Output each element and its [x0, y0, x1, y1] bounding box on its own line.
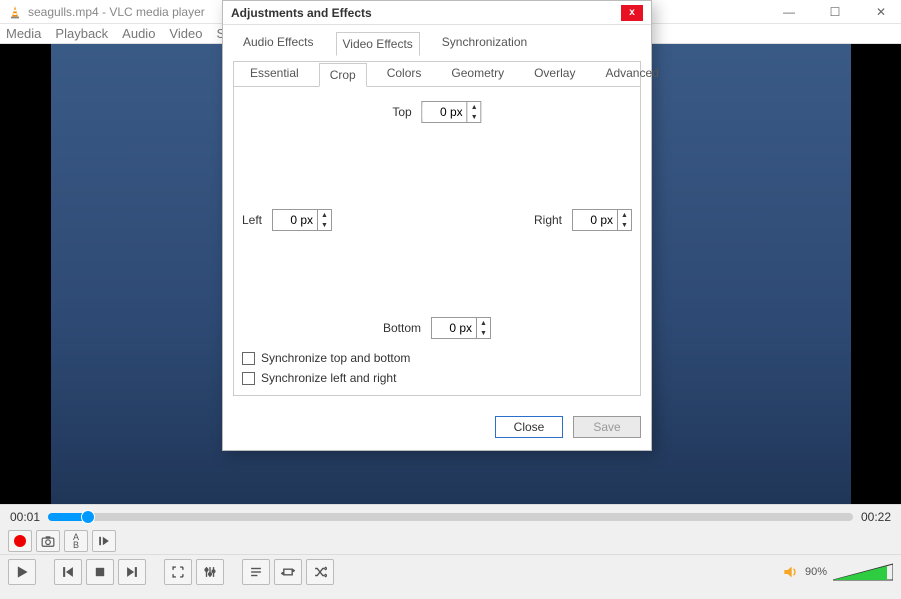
previous-icon	[61, 565, 75, 579]
spinner-up-icon[interactable]: ▲	[468, 102, 481, 112]
volume-control: 90%	[783, 562, 893, 582]
spinner-down-icon[interactable]: ▼	[618, 220, 631, 230]
atob-loop-button[interactable]: AB	[64, 530, 88, 552]
minimize-button[interactable]: —	[777, 5, 801, 19]
dialog-buttons: Close Save	[223, 404, 651, 450]
subtab-crop[interactable]: Crop	[319, 63, 367, 87]
crop-left-spinner[interactable]: ▲▼	[272, 209, 332, 231]
tab-video-effects[interactable]: Video Effects	[336, 32, 420, 56]
menu-audio[interactable]: Audio	[122, 26, 155, 41]
menu-video[interactable]: Video	[169, 26, 202, 41]
crop-right-spinner[interactable]: ▲▼	[572, 209, 632, 231]
dialog-close-button[interactable]: x	[621, 5, 643, 21]
spinner-up-icon[interactable]: ▲	[618, 210, 631, 220]
shuffle-icon	[313, 565, 327, 579]
adjustments-effects-dialog: Adjustments and Effects x Audio Effects …	[222, 0, 652, 451]
subtab-colors[interactable]: Colors	[377, 62, 432, 86]
subtab-advanced[interactable]: Advanced	[595, 62, 668, 86]
crop-grid: Top ▲▼ Left ▲▼ Right	[242, 95, 632, 345]
spinner-down-icon[interactable]: ▼	[318, 220, 331, 230]
sync-tb-checkbox[interactable]	[242, 352, 255, 365]
crop-top-label: Top	[392, 105, 411, 119]
fullscreen-button[interactable]	[164, 559, 192, 585]
stop-icon	[94, 566, 106, 578]
play-icon	[15, 565, 29, 579]
sub-tabs: Essential Crop Colors Geometry Overlay A…	[234, 62, 640, 87]
dialog-body: Audio Effects Video Effects Synchronizat…	[223, 25, 651, 404]
tab-synchronization[interactable]: Synchronization	[436, 31, 533, 55]
equalizer-icon	[203, 565, 217, 579]
volume-percent: 90%	[805, 566, 827, 578]
sync-tb-label: Synchronize top and bottom	[261, 351, 410, 365]
seek-thumb[interactable]	[81, 510, 95, 524]
crop-bottom-spinner[interactable]: ▲▼	[431, 317, 491, 339]
subtab-essential[interactable]: Essential	[240, 62, 309, 86]
sync-left-right-row[interactable]: Synchronize left and right	[242, 371, 632, 385]
seek-track[interactable]	[48, 513, 853, 521]
spinner-down-icon[interactable]: ▼	[468, 112, 481, 122]
fullscreen-icon	[171, 565, 185, 579]
dialog-title: Adjustments and Effects	[231, 6, 372, 20]
crop-left-input[interactable]	[273, 213, 317, 227]
previous-button[interactable]	[54, 559, 82, 585]
time-elapsed: 00:01	[10, 510, 40, 524]
volume-slider[interactable]	[833, 562, 893, 582]
crop-right-label: Right	[534, 213, 562, 227]
seek-bar-row: 00:01 00:22	[0, 504, 901, 528]
frame-step-button[interactable]	[92, 530, 116, 552]
loop-icon	[281, 565, 295, 579]
loop-ab-icon: AB	[73, 533, 79, 549]
video-effects-panel: Essential Crop Colors Geometry Overlay A…	[233, 61, 641, 396]
crop-top-row: Top ▲▼	[392, 101, 481, 123]
stop-button[interactable]	[86, 559, 114, 585]
dialog-title-bar[interactable]: Adjustments and Effects x	[223, 1, 651, 25]
sync-lr-checkbox[interactable]	[242, 372, 255, 385]
sync-top-bottom-row[interactable]: Synchronize top and bottom	[242, 351, 632, 365]
subtab-overlay[interactable]: Overlay	[524, 62, 585, 86]
volume-icon[interactable]	[783, 565, 799, 579]
crop-right-input[interactable]	[573, 213, 617, 227]
spinner-down-icon[interactable]: ▼	[477, 328, 490, 338]
crop-right-row: Right ▲▼	[534, 209, 632, 231]
crop-bottom-label: Bottom	[383, 321, 421, 335]
main-tabs: Audio Effects Video Effects Synchronizat…	[233, 31, 641, 55]
playlist-button[interactable]	[242, 559, 270, 585]
record-toolbar: AB	[0, 528, 901, 554]
menu-playback[interactable]: Playback	[55, 26, 108, 41]
tab-audio-effects[interactable]: Audio Effects	[237, 31, 320, 55]
crop-top-input[interactable]	[423, 105, 467, 119]
spinner-up-icon[interactable]: ▲	[318, 210, 331, 220]
sync-lr-label: Synchronize left and right	[261, 371, 396, 385]
record-button[interactable]	[8, 530, 32, 552]
shuffle-button[interactable]	[306, 559, 334, 585]
extended-settings-button[interactable]	[196, 559, 224, 585]
crop-left-row: Left ▲▼	[242, 209, 332, 231]
maximize-button[interactable]: ☐	[823, 5, 847, 19]
frame-step-icon	[98, 535, 110, 547]
spinner-up-icon[interactable]: ▲	[477, 318, 490, 328]
camera-icon	[41, 535, 55, 547]
crop-bottom-row: Bottom ▲▼	[383, 317, 491, 339]
crop-top-spinner[interactable]: ▲▼	[422, 101, 482, 123]
snapshot-button[interactable]	[36, 530, 60, 552]
window-close-button[interactable]: ✕	[869, 5, 893, 19]
next-icon	[125, 565, 139, 579]
dialog-save-action[interactable]: Save	[573, 416, 641, 438]
dialog-close-action[interactable]: Close	[495, 416, 563, 438]
close-icon: x	[629, 7, 635, 18]
time-total: 00:22	[861, 510, 891, 524]
window-title: seagulls.mp4 - VLC media player	[28, 5, 205, 19]
loop-button[interactable]	[274, 559, 302, 585]
next-button[interactable]	[118, 559, 146, 585]
record-icon	[14, 535, 26, 547]
menu-media[interactable]: Media	[6, 26, 41, 41]
crop-bottom-input[interactable]	[432, 321, 476, 335]
vlc-logo-icon	[8, 5, 22, 19]
playlist-icon	[249, 565, 263, 579]
playback-controls: 90%	[0, 554, 901, 588]
subtab-geometry[interactable]: Geometry	[441, 62, 514, 86]
crop-left-label: Left	[242, 213, 262, 227]
play-button[interactable]	[8, 559, 36, 585]
